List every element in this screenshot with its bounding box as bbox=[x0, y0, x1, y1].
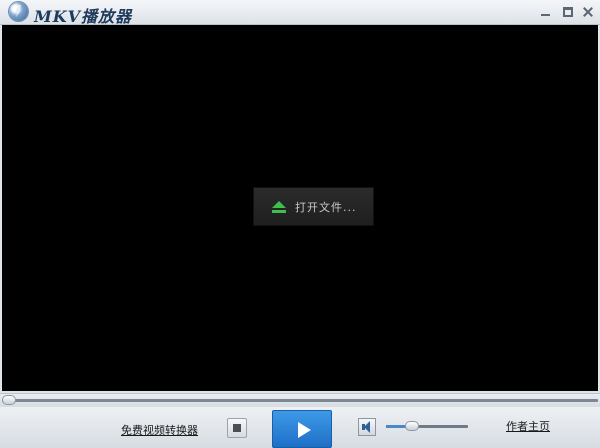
volume-thumb[interactable] bbox=[405, 421, 420, 431]
seek-thumb[interactable] bbox=[2, 395, 16, 405]
control-bar: 免费视频转换器 作者主页 bbox=[0, 407, 600, 448]
author-homepage-link[interactable]: 作者主页 bbox=[506, 418, 550, 434]
mute-button[interactable] bbox=[358, 418, 376, 436]
converter-link[interactable]: 免费视频转换器 bbox=[121, 422, 198, 438]
app-logo-icon bbox=[9, 2, 28, 21]
window-title: MKV播放器 bbox=[34, 7, 133, 26]
video-area[interactable]: 打开文件... bbox=[2, 25, 598, 391]
title-bar[interactable]: MKV播放器 bbox=[0, 0, 600, 26]
minimize-icon[interactable] bbox=[539, 5, 553, 19]
stop-button[interactable] bbox=[227, 418, 247, 438]
open-file-button[interactable]: 打开文件... bbox=[253, 187, 374, 226]
seek-track[interactable] bbox=[2, 399, 598, 402]
play-icon bbox=[298, 422, 311, 438]
stop-icon bbox=[233, 424, 241, 432]
seek-bar[interactable] bbox=[0, 393, 600, 408]
player-window: MKV播放器 打开文件... 免费视频转换器 作者主页 bbox=[0, 0, 600, 448]
maximize-icon[interactable] bbox=[561, 5, 575, 19]
volume-slider[interactable] bbox=[386, 421, 468, 431]
play-button[interactable] bbox=[272, 410, 332, 448]
open-file-label: 打开文件... bbox=[295, 201, 357, 214]
close-icon[interactable] bbox=[581, 5, 595, 19]
eject-icon bbox=[272, 201, 286, 213]
